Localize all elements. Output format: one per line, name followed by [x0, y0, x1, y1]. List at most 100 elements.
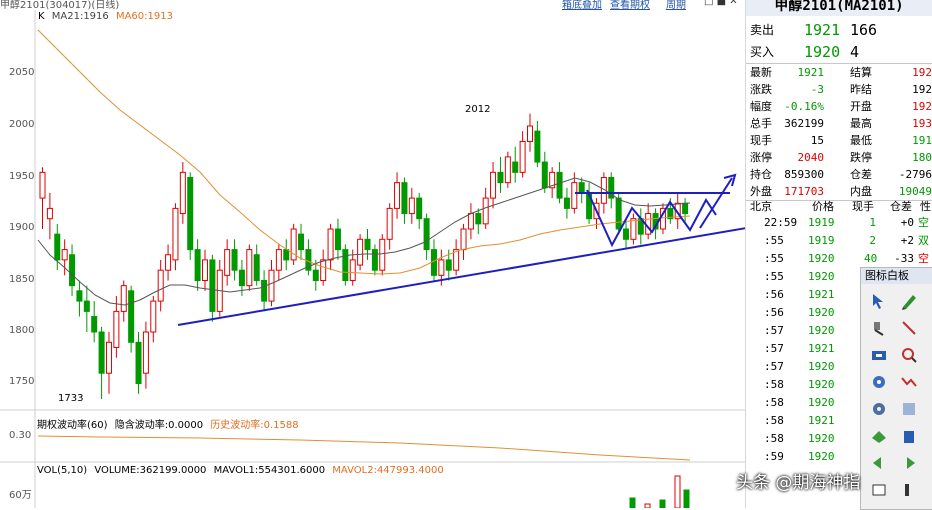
quote-row: 最新 1921 结算 192: [746, 64, 932, 81]
drawing-palette: 图标白板: [860, 267, 932, 510]
palette-tool-button[interactable]: [895, 423, 923, 449]
tick-row: :55 1920 40 -33 空: [746, 250, 932, 268]
candle-body: [408, 197, 415, 215]
tick-nature: 空: [918, 252, 929, 265]
buy-volume: 4: [850, 43, 860, 61]
palette-tool-button[interactable]: [895, 369, 923, 395]
tick-price: 1921: [808, 414, 835, 427]
palette-tool-button[interactable]: [865, 342, 893, 368]
tick-time: :58: [764, 432, 784, 445]
quote-row: 涨跌 -3 昨结 192: [746, 81, 932, 98]
tick-time: :58: [764, 378, 784, 391]
tick-header: 北京 价格 现手 仓差 性: [746, 198, 932, 215]
candle-body: [83, 300, 90, 312]
quote-row: 持仓 859300 仓差 -2796: [746, 166, 932, 183]
palette-tool-button[interactable]: [895, 396, 923, 422]
candle-body: [527, 125, 533, 142]
palette-tool-button[interactable]: [895, 342, 923, 368]
candle-body: [364, 238, 371, 251]
tick-time: :58: [764, 396, 784, 409]
candle-body: [357, 238, 364, 266]
candle-body: [423, 218, 430, 251]
palette-tool-button[interactable]: [895, 288, 923, 314]
palette-tool-button[interactable]: [865, 369, 893, 395]
chart-area[interactable]: 甲醇2101(304017)(日线) 箱底叠加 查看期权 周期 □ ■ ✕ K …: [0, 0, 746, 508]
tick-time: :55: [764, 252, 784, 265]
volume-bar: [659, 499, 666, 508]
palette-tool-button[interactable]: [865, 396, 893, 422]
volume-bars: [629, 475, 690, 508]
palette-tool-button[interactable]: [895, 315, 923, 341]
tick-nature: 空: [918, 216, 929, 229]
quote-value: 192: [912, 83, 932, 96]
candle-body: [231, 249, 238, 271]
quote-label: 持仓: [750, 168, 772, 181]
candle-body: [135, 341, 142, 384]
tick-price: 1920: [808, 450, 835, 463]
sell-volume: 166: [850, 21, 878, 39]
quote-value: 2040: [797, 151, 825, 164]
tick-header-chg: 仓差: [890, 200, 912, 213]
palette-tool-button[interactable]: [865, 477, 893, 503]
candle-body: [209, 259, 216, 312]
quote-label: 最新: [750, 66, 772, 79]
image-icon: [872, 431, 886, 443]
quote-value: 191: [912, 134, 932, 147]
candle-body: [615, 197, 622, 230]
candles: [39, 113, 689, 399]
palette-tool-button[interactable]: [895, 477, 923, 503]
back-arrow-icon: [907, 457, 915, 469]
candle-body: [541, 161, 548, 189]
quote-label: 仓差: [850, 168, 872, 181]
quote-label: 涨跌: [750, 83, 772, 96]
candle-body: [283, 249, 290, 261]
candle-body: [327, 228, 334, 261]
tick-time: :57: [764, 342, 784, 355]
palette-tool-button[interactable]: [865, 315, 893, 341]
tick-oi-change: +0: [900, 216, 914, 229]
candle-body: [39, 171, 46, 199]
candle-body: [682, 202, 689, 215]
buy-row: 买入 1920 4: [746, 42, 932, 62]
tick-time: :57: [764, 324, 784, 337]
candle-body: [238, 269, 245, 287]
buy-label: 买入: [750, 45, 775, 59]
candle-body: [61, 249, 68, 261]
tick-price: 1919: [808, 216, 835, 229]
candlestick-chart[interactable]: [0, 0, 745, 508]
tick-price: 1921: [808, 342, 835, 355]
tick-row: 22:59 1919 1 +0 空: [746, 214, 932, 232]
candle-body: [120, 285, 127, 312]
palette-tool-button[interactable]: [865, 423, 893, 449]
candle-body: [519, 140, 526, 173]
candle-body: [342, 249, 349, 282]
volume-bar: [683, 489, 690, 508]
quote-label: 开盘: [850, 100, 872, 113]
candle-body: [394, 182, 401, 209]
candle-body: [194, 249, 201, 282]
candle-body: [128, 290, 135, 343]
palette-tool-button[interactable]: [895, 450, 923, 476]
brush-icon: [874, 322, 884, 336]
candle-body: [512, 161, 519, 173]
candle-body: [534, 130, 541, 163]
candle-body: [202, 259, 208, 281]
candle-body: [157, 269, 164, 302]
tick-time: :56: [764, 306, 784, 319]
quote-value: 15: [810, 134, 824, 147]
candle-body: [172, 207, 179, 261]
historical-vol-line: [37, 435, 691, 461]
candle-body: [386, 207, 393, 240]
ma60-line: [37, 29, 691, 275]
palette-tool-button[interactable]: [865, 288, 893, 314]
tick-header-vol: 现手: [852, 200, 874, 213]
screen-icon: [873, 376, 885, 388]
candle-body: [54, 233, 61, 261]
candle-body: [142, 331, 149, 374]
candle-body: [482, 197, 489, 225]
tick-price: 1920: [808, 432, 835, 445]
candle-body: [445, 259, 452, 271]
quote-value: -2796: [898, 168, 932, 181]
sell-row: 卖出 1921 166: [746, 20, 932, 40]
palette-tool-button[interactable]: [865, 450, 893, 476]
